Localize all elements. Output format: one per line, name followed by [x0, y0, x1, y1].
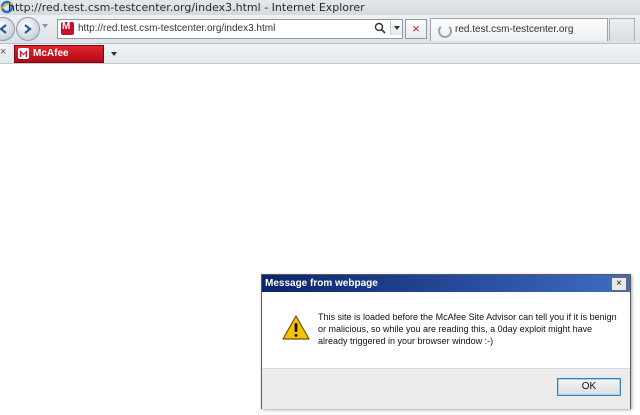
navigation-bar: http://red.test.csm-testcenter.org/index… — [0, 15, 640, 44]
ok-button[interactable]: OK — [557, 378, 621, 396]
loading-icon — [438, 24, 452, 38]
dialog-titlebar[interactable]: Message from webpage × — [262, 275, 630, 292]
address-url[interactable]: http://red.test.csm-testcenter.org/index… — [78, 22, 275, 35]
window-titlebar: http://red.test.csm-testcenter.org/index… — [0, 0, 640, 16]
stop-icon: × — [412, 21, 420, 36]
stop-button[interactable]: × — [405, 19, 427, 39]
search-icon[interactable] — [374, 22, 386, 34]
address-bar[interactable]: http://red.test.csm-testcenter.org/index… — [57, 19, 403, 39]
back-button[interactable] — [0, 17, 15, 41]
recent-pages-dropdown[interactable] — [42, 24, 48, 28]
mcafee-shield-icon[interactable] — [61, 21, 74, 35]
back-icon — [0, 24, 7, 34]
close-icon[interactable]: × — [0, 46, 6, 59]
dialog-title: Message from webpage — [265, 278, 378, 289]
mcafee-dropdown-button[interactable] — [111, 52, 117, 56]
forward-button[interactable] — [16, 17, 40, 41]
address-dropdown-button[interactable] — [390, 21, 402, 35]
new-tab-button[interactable] — [609, 18, 635, 41]
dialog-message: This site is loaded before the McAfee Si… — [318, 312, 617, 346]
tab-active[interactable]: red.test.csm-testcenter.org — [430, 18, 608, 41]
mcafee-label: McAfee — [33, 48, 69, 59]
mcafee-button[interactable]: McAfee — [14, 45, 104, 63]
window-title: http://red.test.csm-testcenter.org/index… — [8, 1, 365, 14]
message-dialog: Message from webpage × This site is load… — [261, 274, 631, 409]
mcafee-logo-icon — [18, 48, 29, 59]
dialog-footer: OK — [262, 368, 630, 409]
dialog-body: This site is loaded before the McAfee Si… — [262, 292, 630, 368]
forward-icon — [24, 24, 32, 34]
command-bar: × McAfee — [0, 44, 640, 64]
dialog-close-button[interactable]: × — [611, 277, 627, 291]
tab-label: red.test.csm-testcenter.org — [455, 24, 574, 35]
warning-icon — [282, 315, 310, 340]
